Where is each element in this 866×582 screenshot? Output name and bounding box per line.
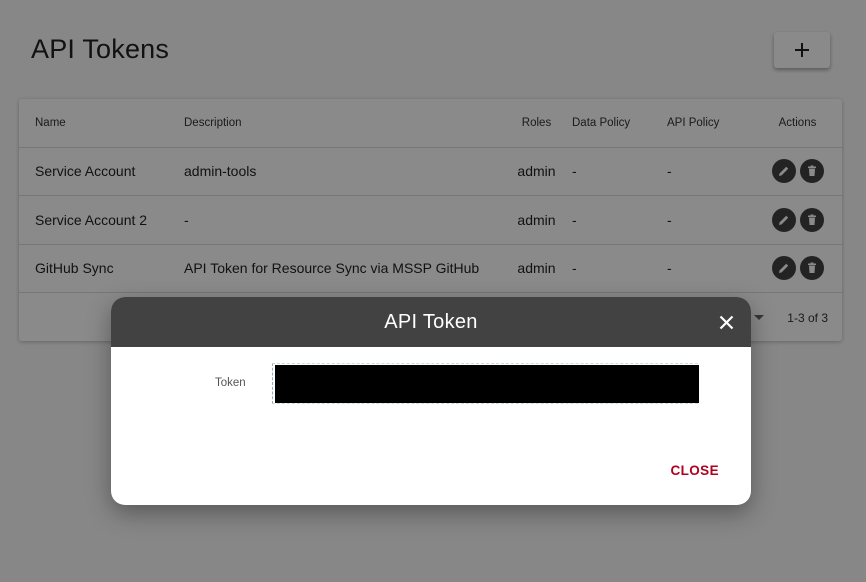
token-label: Token <box>215 377 246 389</box>
dialog-close-button[interactable] <box>715 311 737 333</box>
close-button[interactable]: CLOSE <box>670 463 719 478</box>
token-field[interactable] <box>272 363 699 404</box>
close-icon <box>719 315 733 329</box>
dialog-title: API Token <box>384 310 478 333</box>
token-value-redacted[interactable] <box>275 365 699 403</box>
api-token-dialog: API Token Token CLOSE <box>111 297 751 505</box>
dialog-header: API Token <box>111 297 751 347</box>
